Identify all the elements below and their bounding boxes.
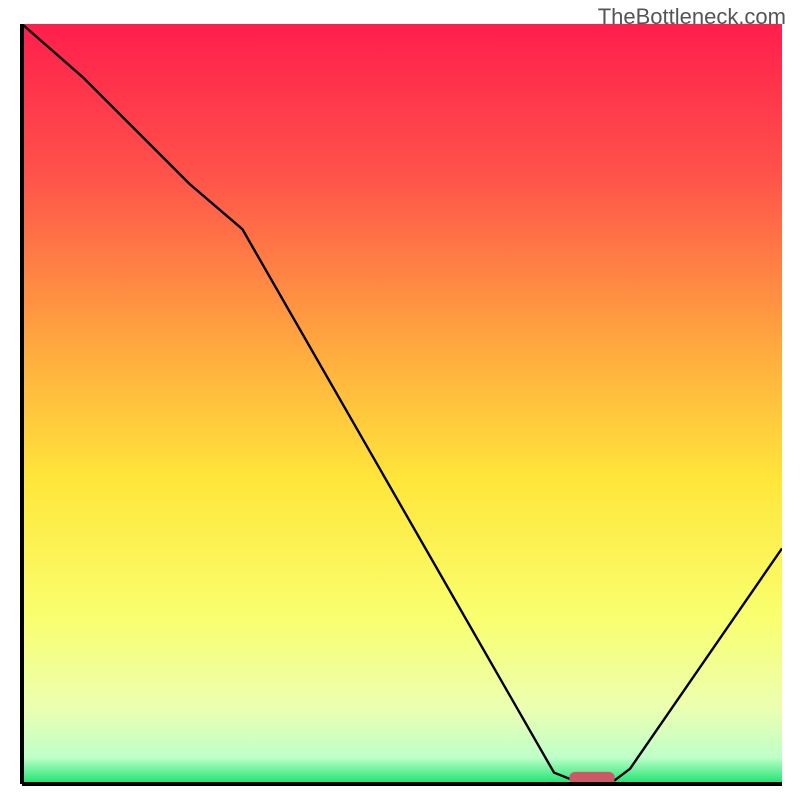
watermark: TheBottleneck.com: [598, 4, 786, 30]
bottleneck-chart: [0, 0, 800, 800]
gradient-background: [22, 24, 782, 784]
chart-container: TheBottleneck.com: [0, 0, 800, 800]
